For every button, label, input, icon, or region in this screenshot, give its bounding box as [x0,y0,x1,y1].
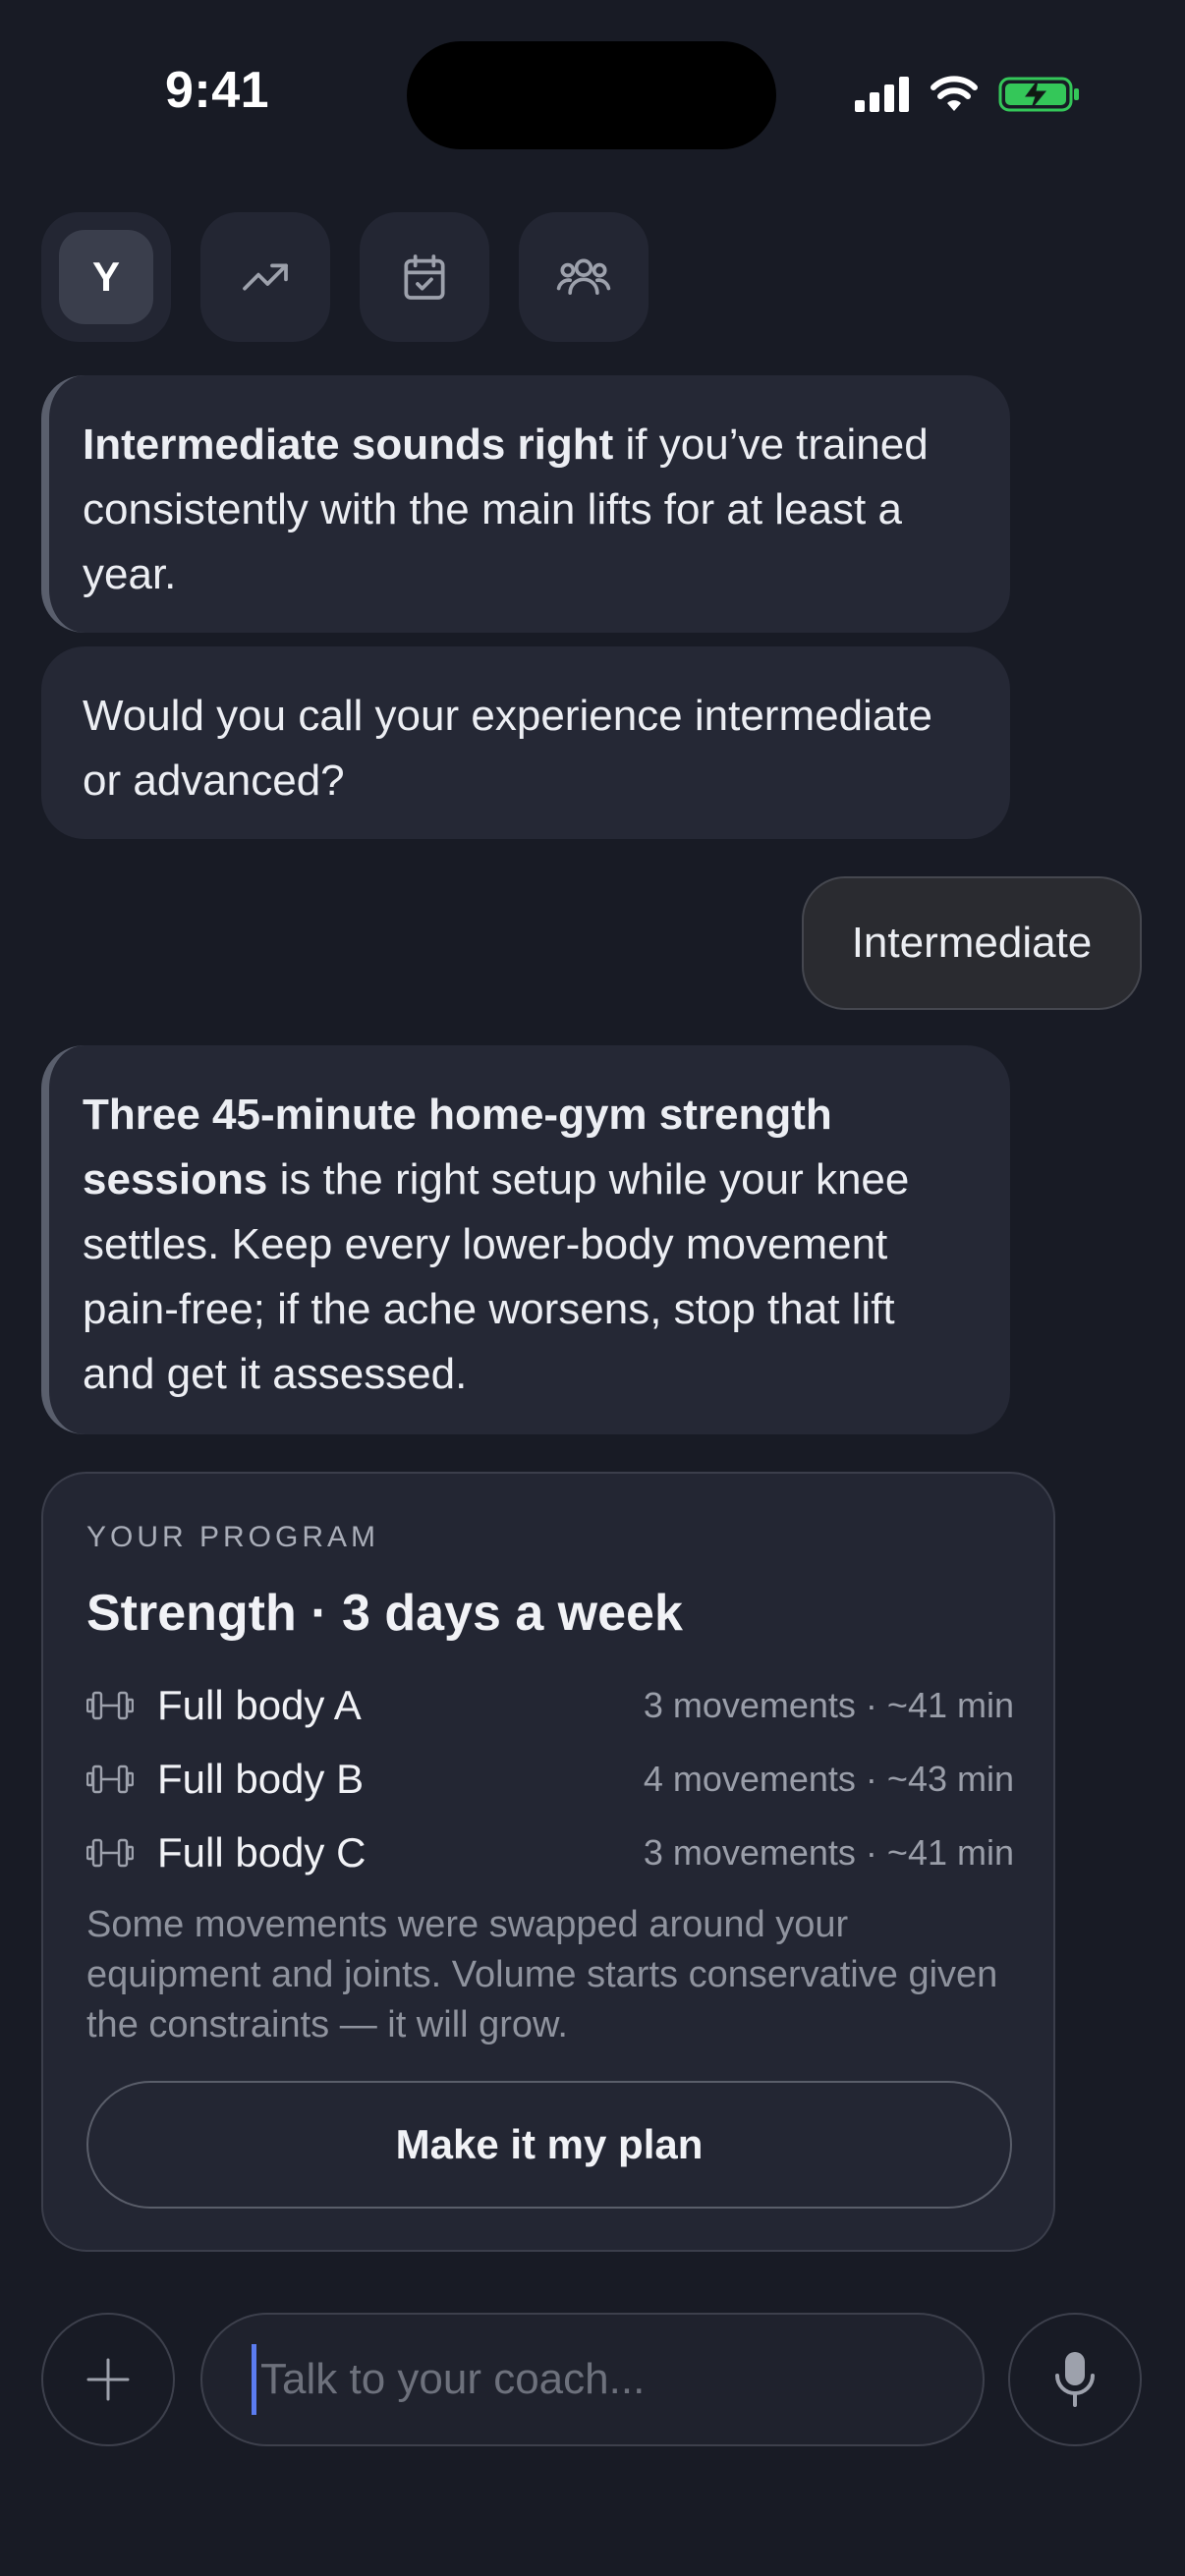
coach-message: Three 45-minute home-gym strength sessio… [41,1045,1010,1434]
workout-list: Full body A 3 movements · ~41 min Full b… [86,1668,1014,1889]
dumbbell-icon [86,1760,136,1799]
user-message: Intermediate [802,876,1142,1010]
workout-name: Full body C [157,1828,367,1876]
add-attachment-button[interactable] [41,2313,175,2446]
status-time: 9:41 [165,62,270,119]
schedule-button[interactable] [360,212,489,342]
program-title: Strength · 3 days a week [86,1585,683,1642]
wifi-icon [931,76,978,111]
workout-name: Full body A [157,1681,362,1728]
coach-message: Intermediate sounds right if you’ve trai… [41,375,1010,633]
workout-name: Full body B [157,1755,365,1802]
plus-icon [86,2358,130,2401]
community-button[interactable] [519,212,649,342]
card-eyebrow: YOUR PROGRAM [86,1521,380,1553]
workout-row[interactable]: Full body A 3 movements · ~41 min [86,1668,1014,1742]
dumbbell-icon [86,1686,136,1725]
profile-button[interactable]: Y [41,212,171,342]
top-nav: Y [41,212,649,342]
signal-icon [855,77,909,112]
text-caret [252,2344,256,2415]
microphone-icon [1055,2352,1095,2407]
battery-charging-icon [998,77,1079,112]
make-it-my-plan-button[interactable]: Make it my plan [86,2081,1012,2209]
avatar: Y [59,230,153,324]
workout-meta: 3 movements · ~41 min [643,1684,1014,1725]
message-emphasis: Intermediate sounds right [83,420,614,469]
progress-button[interactable] [200,212,330,342]
trending-up-icon [243,263,288,291]
status-icons [855,75,1081,114]
message-text: Would you call your experience intermedi… [83,692,932,805]
program-card: YOUR PROGRAM Strength · 3 days a week Fu… [41,1472,1055,2252]
coach-question: Would you call your experience intermedi… [41,646,1010,839]
workout-row[interactable]: Full body B 4 movements · ~43 min [86,1742,1014,1816]
message-input-container[interactable] [200,2313,985,2446]
workout-meta: 4 movements · ~43 min [643,1758,1014,1799]
dumbbell-icon [86,1833,136,1873]
program-note: Some movements were swapped around your … [86,1904,998,2045]
calendar-check-icon [404,254,445,300]
voice-input-button[interactable] [1008,2313,1142,2446]
workout-meta: 3 movements · ~41 min [643,1831,1014,1873]
workout-row[interactable]: Full body C 3 movements · ~41 min [86,1816,1014,1889]
dynamic-island [407,41,776,149]
users-icon [556,258,611,296]
message-input[interactable] [258,2354,950,2405]
